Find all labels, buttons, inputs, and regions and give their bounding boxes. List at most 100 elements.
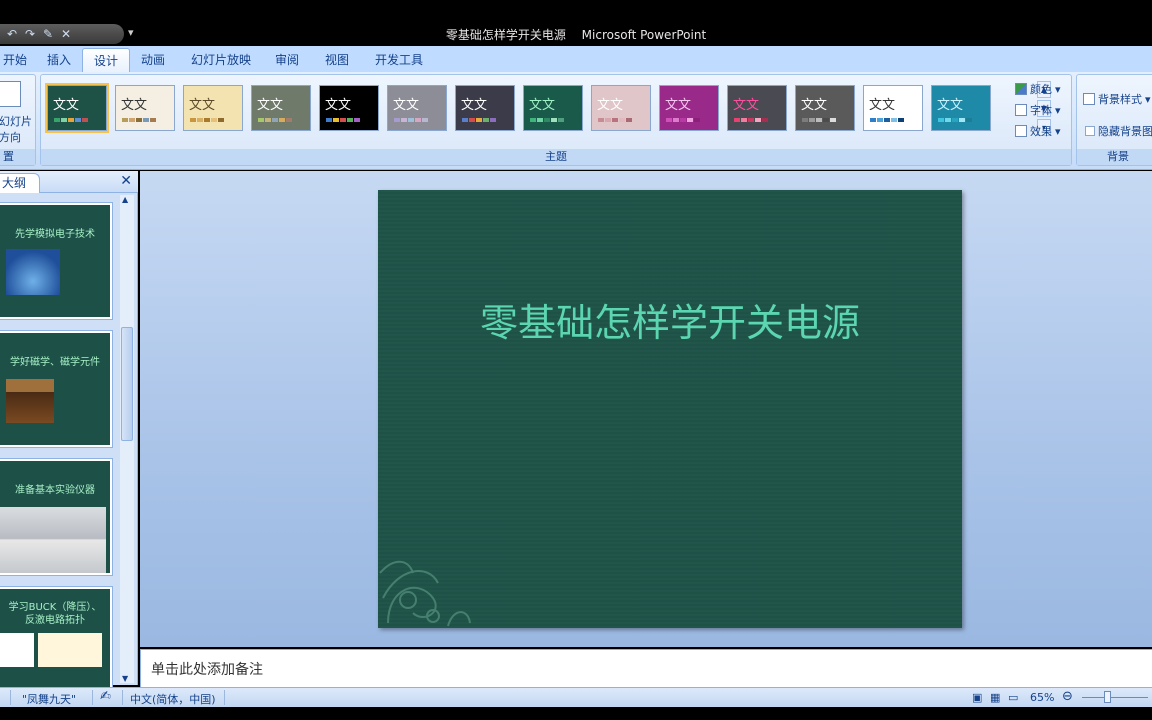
notes-pane[interactable]: 单击此处添加备注 <box>140 649 1152 687</box>
ribbon-tab[interactable]: 开始 <box>0 48 38 72</box>
ribbon-tab[interactable]: 审阅 <box>264 48 310 72</box>
book-cover-image <box>6 379 54 423</box>
slide-thumbnail-1[interactable]: 先学模拟电子技术 <box>0 202 113 320</box>
theme-thumbnail[interactable]: 文文 <box>659 85 719 131</box>
scroll-down-icon[interactable]: ▼ <box>122 674 128 683</box>
color-swatch <box>734 118 740 122</box>
slide-orientation-label-1[interactable]: 幻灯片 <box>0 113 32 129</box>
theme-sample-text: 文文 <box>733 98 760 113</box>
theme-thumbnail[interactable]: 文文 <box>183 85 243 131</box>
floral-ornament-icon <box>379 560 471 627</box>
color-swatch <box>938 118 944 122</box>
ribbon-tab[interactable]: 动画 <box>130 48 176 72</box>
circuit-diagram-image <box>38 633 102 667</box>
color-swatch <box>755 118 761 122</box>
normal-view-icon[interactable]: ▣ <box>972 691 982 704</box>
slide-sorter-icon[interactable]: ▦ <box>990 691 1000 704</box>
slide-thumbnail-2[interactable]: 学好磁学、磁学元件 <box>0 330 113 448</box>
ribbon-tab[interactable]: 视图 <box>314 48 360 72</box>
themes-group: 文文 文文 文文 文文 文文 文文 文文 文文 文文 文文 文文 文文 文文 文文 ▲ ▼ ▾ 颜色 ▾ 字… <box>40 74 1072 166</box>
color-swatch <box>401 118 407 122</box>
scroll-thumb[interactable] <box>121 327 133 441</box>
color-swatch <box>347 118 353 122</box>
theme-thumbnail[interactable]: 文文 <box>931 85 991 131</box>
color-swatch <box>54 118 60 122</box>
color-swatch <box>762 118 768 122</box>
close-icon[interactable]: ✕ <box>120 173 132 189</box>
ribbon-tab[interactable]: 设计 <box>82 48 131 72</box>
slide-thumbnail-4[interactable]: 学习BUCK（降压）、反激电路拓扑 <box>0 586 113 704</box>
color-swatch <box>619 118 625 122</box>
theme-thumbnail[interactable]: 文文 <box>523 85 583 131</box>
color-swatch <box>966 118 972 122</box>
checkbox-icon <box>1085 126 1095 136</box>
hide-background-checkbox[interactable]: 隐藏背景图 <box>1085 123 1152 139</box>
theme-fonts-button[interactable]: 字体 ▾ <box>1015 102 1061 118</box>
scroll-up-icon[interactable]: ▲ <box>122 195 128 204</box>
color-swatch <box>354 118 360 122</box>
zoom-level[interactable]: 65% <box>1030 691 1054 704</box>
status-bar: "凤舞九天" ✍ 中文(简体，中国) ▣ ▦ ▭ 65% ⊖ <box>0 687 1152 707</box>
font-icon <box>1015 104 1027 116</box>
theme-thumbnail[interactable]: 文文 <box>727 85 787 131</box>
theme-effects-button[interactable]: 效果 ▾ <box>1015 123 1061 139</box>
theme-thumbnail[interactable]: 文文 <box>455 85 515 131</box>
slide-thumbnail-3[interactable]: 准备基本实验仪器 <box>0 458 113 576</box>
window-title: 零基础怎样学开关电源 Microsoft PowerPoint <box>0 26 1152 43</box>
zoom-out-icon[interactable]: ⊖ <box>1062 689 1073 704</box>
theme-sample-text: 文文 <box>189 98 216 113</box>
slides-pane-scrollbar[interactable]: ▲ ▼ <box>120 195 134 683</box>
slide-orientation-label-2[interactable]: 方向 <box>0 129 21 145</box>
slides-pane-header: 大纲 ✕ <box>0 171 138 193</box>
color-swatch <box>75 118 81 122</box>
color-swatch <box>122 118 128 122</box>
ribbon-tab[interactable]: 幻灯片放映 <box>180 48 262 72</box>
theme-thumbnail[interactable]: 文文 <box>795 85 855 131</box>
theme-sample-text: 文文 <box>325 98 352 113</box>
zoom-slider-thumb[interactable] <box>1104 691 1111 703</box>
color-swatch <box>558 118 564 122</box>
theme-color-swatches <box>54 118 88 122</box>
theme-color-swatches <box>870 118 904 122</box>
color-swatch <box>898 118 904 122</box>
theme-thumbnail[interactable]: 文文 <box>319 85 379 131</box>
theme-thumbnail[interactable]: 文文 <box>387 85 447 131</box>
slide-orientation-icon[interactable] <box>0 81 21 107</box>
background-styles-button[interactable]: 背景样式 ▾ <box>1083 91 1151 107</box>
instrument-photo <box>0 507 106 573</box>
color-swatch <box>612 118 618 122</box>
color-swatch <box>422 118 428 122</box>
color-swatch <box>415 118 421 122</box>
outline-tab[interactable]: 大纲 <box>0 173 40 193</box>
theme-sample-text: 文文 <box>53 98 80 113</box>
spell-check-icon[interactable]: ✍ <box>100 689 111 704</box>
color-swatch <box>150 118 156 122</box>
color-swatch <box>279 118 285 122</box>
theme-thumbnail[interactable]: 文文 <box>115 85 175 131</box>
color-swatch <box>802 118 808 122</box>
hide-background-label: 隐藏背景图 <box>1098 125 1152 138</box>
language-status[interactable]: 中文(简体，中国) <box>130 691 216 707</box>
theme-colors-button[interactable]: 颜色 ▾ <box>1015 81 1061 97</box>
current-slide[interactable]: 零基础怎样学开关电源 <box>378 190 962 628</box>
background-group-label: 背景 <box>1077 149 1152 165</box>
ribbon-tab[interactable]: 插入 <box>36 48 82 72</box>
color-swatch <box>143 118 149 122</box>
color-swatch <box>877 118 883 122</box>
ribbon-tab[interactable]: 开发工具 <box>364 48 434 72</box>
zoom-slider[interactable] <box>1082 697 1148 698</box>
color-swatch <box>61 118 67 122</box>
theme-thumbnail[interactable]: 文文 <box>863 85 923 131</box>
color-swatch <box>694 118 700 122</box>
color-swatch <box>598 118 604 122</box>
theme-thumbnail[interactable]: 文文 <box>45 83 109 133</box>
slide-title[interactable]: 零基础怎样学开关电源 <box>378 292 962 347</box>
color-swatch <box>265 118 271 122</box>
theme-thumbnail[interactable]: 文文 <box>251 85 311 131</box>
theme-thumbnail[interactable]: 文文 <box>591 85 651 131</box>
slides-pane: 大纲 ✕ 先学模拟电子技术 学好磁学、磁学元件 准备基本实验仪器 学习BUCK（… <box>0 171 138 704</box>
theme-color-swatches <box>258 118 292 122</box>
chevron-down-icon: ▾ <box>1055 124 1061 138</box>
color-swatch <box>211 118 217 122</box>
slideshow-icon[interactable]: ▭ <box>1008 691 1018 704</box>
